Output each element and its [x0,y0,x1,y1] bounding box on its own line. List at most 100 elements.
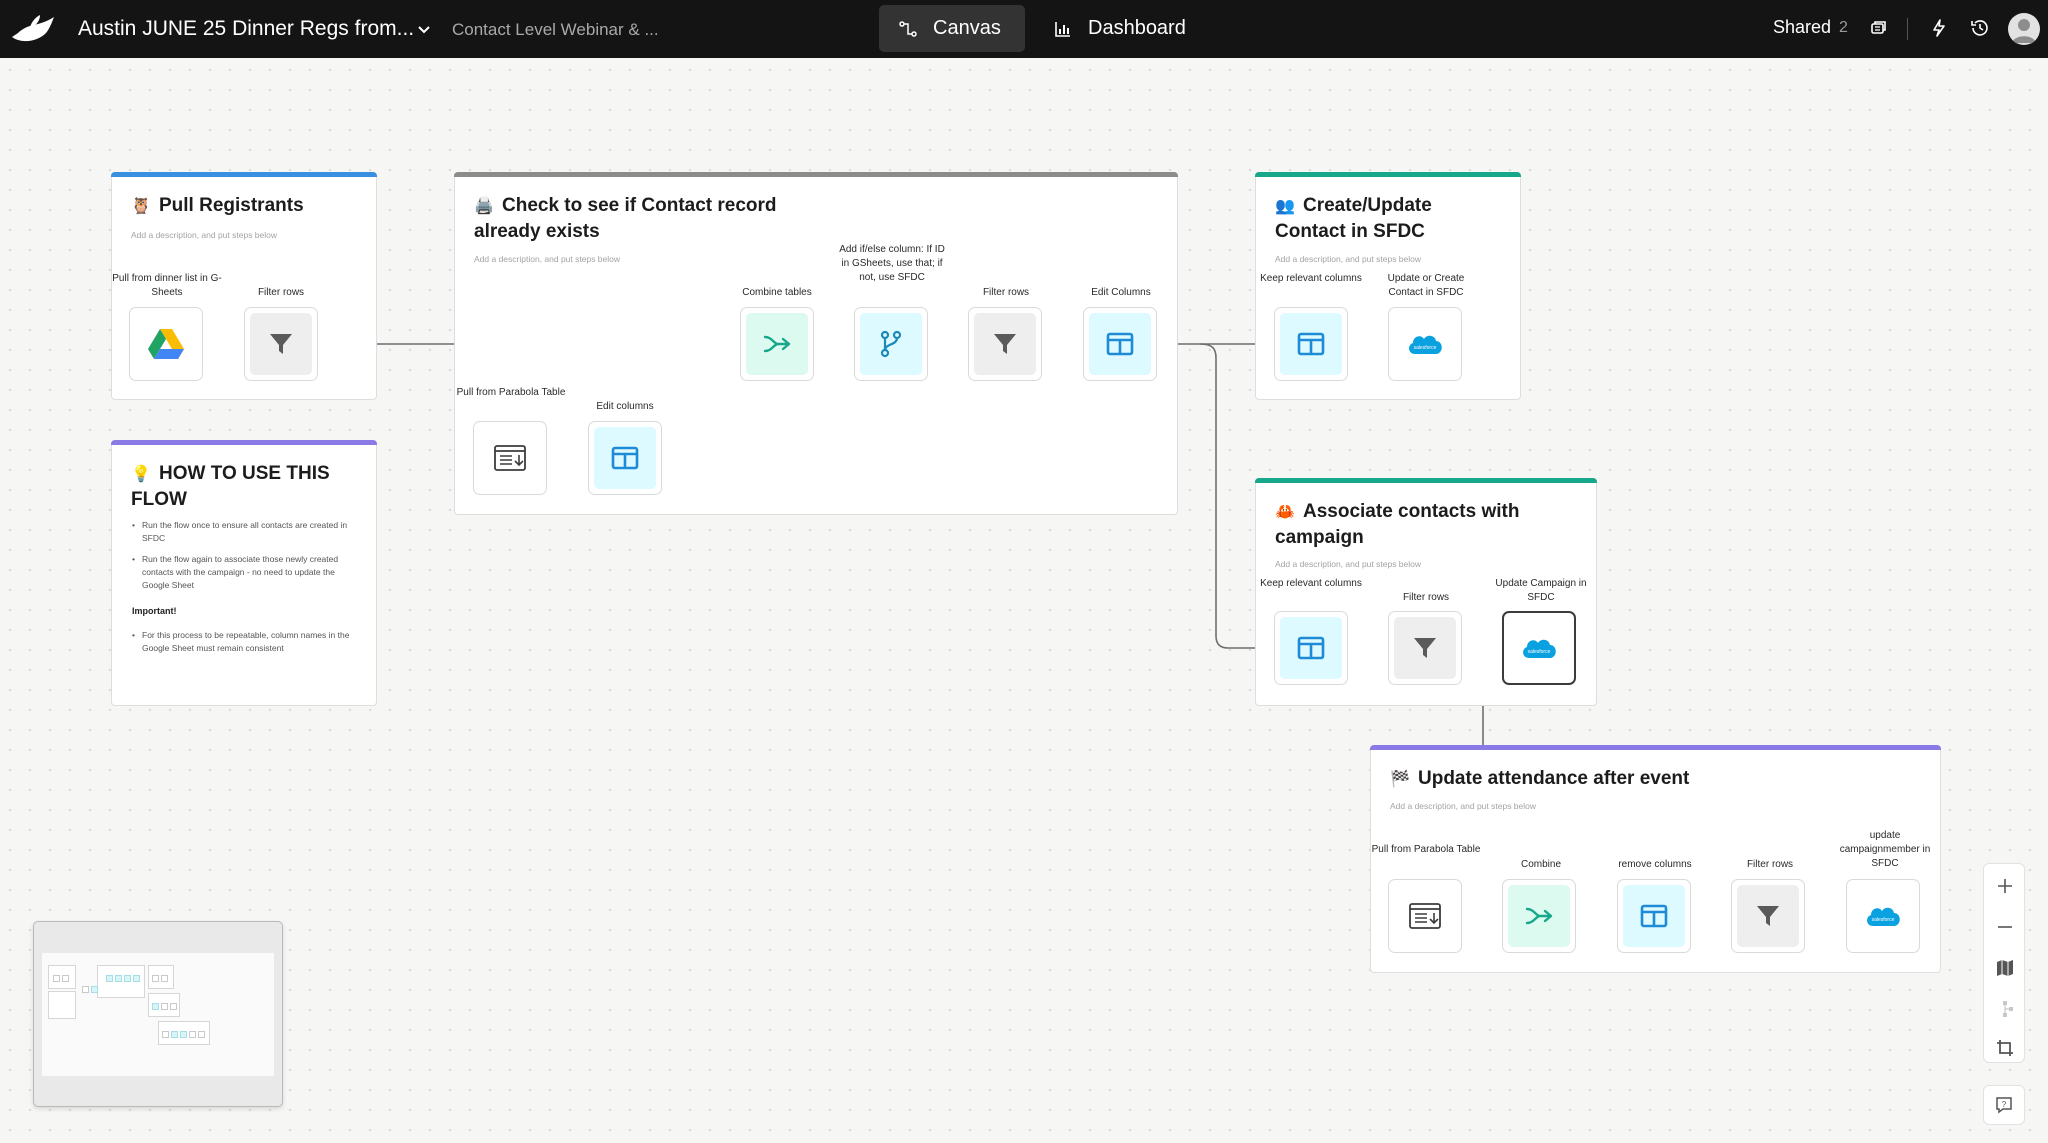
group-title[interactable]: 👥 Create/Update Contact in SFDC [1275,193,1495,244]
step-label: Pull from Parabola Table [456,387,566,398]
step-node-keep-columns[interactable] [1274,307,1348,381]
group-title-text: Associate contacts with campaign [1275,501,1520,548]
step-node-salesforce-selected[interactable]: salesforce [1502,611,1576,685]
step-label: Update or Create Contact in SFDC [1387,273,1465,298]
step-node-if-else[interactable] [854,307,928,381]
user-avatar[interactable] [2008,13,2040,45]
checkered-flag-icon: 🏁 [1390,771,1410,788]
step-node-edit-columns[interactable] [1083,307,1157,381]
step-node-combine[interactable] [1502,879,1576,953]
step-node-remove-columns[interactable] [1617,879,1691,953]
group-title-text: Create/Update Contact in SFDC [1275,195,1432,242]
group-title[interactable]: 🏁 Update attendance after event [1390,766,1890,792]
lightning-icon[interactable] [1928,17,1950,39]
filter-icon [994,334,1016,354]
zoom-out-button[interactable] [1993,915,2017,939]
step-node-salesforce[interactable]: salesforce [1388,307,1462,381]
group-color-bar [454,172,1178,177]
auto-layout-button[interactable] [1993,997,2017,1021]
step-node-keep-columns[interactable] [1274,611,1348,685]
group-description[interactable]: Add a description, and put steps below [1390,801,1536,811]
group-color-bar [1255,172,1521,177]
combine-icon [1525,907,1553,925]
minus-icon [1998,926,2012,928]
svg-text:salesforce: salesforce [1414,345,1437,351]
step-node-filter-rows[interactable] [244,307,318,381]
step-label: Add if/else column: If ID in GSheets, us… [839,244,945,283]
salesforce-icon: salesforce [1409,335,1442,354]
group-title[interactable]: 🦀 Associate contacts with campaign [1275,499,1575,550]
step-node-edit-columns[interactable] [588,421,662,495]
columns-icon [1640,904,1668,928]
fit-view-button[interactable] [1993,1036,2017,1060]
minimap-node [152,1003,159,1010]
step-node-combine-tables[interactable] [740,307,814,381]
minimap-toggle-button[interactable] [1993,956,2017,980]
important-list: For this process to be repeatable, colum… [132,629,354,663]
howto-bullet: Run the flow again to associate those ne… [132,553,354,592]
step-label: Pull from Parabola Table [1371,844,1481,855]
step-node-filter-rows[interactable] [968,307,1042,381]
filter-icon [270,334,292,354]
minimap-node [170,1003,177,1010]
howto-list: Run the flow once to ensure all contacts… [132,519,354,600]
tab-canvas-label: Canvas [933,17,1001,39]
chevron-down-icon[interactable] [416,21,432,37]
step-label: Filter rows [1402,592,1450,603]
table-icon [494,445,526,471]
group-description[interactable]: Add a description, and put steps below [1275,254,1421,264]
minimap-node [152,975,159,982]
tab-dashboard[interactable]: Dashboard [1040,5,1210,52]
flow-title[interactable]: Austin JUNE 25 Dinner Regs from... [78,17,414,41]
tab-canvas[interactable]: Canvas [879,5,1025,52]
step-node-filter-rows[interactable] [1731,879,1805,953]
filter-icon [1414,638,1436,658]
step-label: update campaignmember in SFDC [1839,830,1931,869]
owl-icon: 🦉 [131,198,151,215]
google-drive-icon [148,329,184,359]
group-description[interactable]: Add a description, and put steps below [131,230,277,240]
help-button[interactable]: ? [1983,1085,2025,1125]
group-description[interactable]: Add a description, and put steps below [474,254,620,264]
parabola-logo[interactable] [10,13,56,45]
lightbulb-icon: 💡 [131,466,151,483]
minimap-node [189,1031,196,1038]
group-title[interactable]: 🦉 Pull Registrants [131,193,304,219]
toolbar-divider [1907,18,1908,40]
step-label: Update Campaign in SFDC [1495,578,1587,603]
step-node-salesforce[interactable]: salesforce [1846,879,1920,953]
minimap-node [115,975,122,982]
layers-icon[interactable] [1867,17,1889,39]
group-title[interactable]: 💡 HOW TO USE THIS FLOW [131,461,361,512]
help-chat-icon: ? [1996,1097,2012,1114]
group-title[interactable]: 🖨️ Check to see if Contact record already… [474,193,794,244]
group-check-contact[interactable]: 🖨️ Check to see if Contact record already… [454,172,1178,515]
step-node-filter-rows[interactable] [1388,611,1462,685]
minimap-node [180,1031,187,1038]
minimap-node [91,986,98,993]
minimap-viewport[interactable] [42,953,274,1076]
group-how-to-use[interactable]: 💡HOW TO USE THIS FLOW Run the flow once … [111,440,377,706]
minimap-node [82,986,89,993]
salesforce-icon: salesforce [1867,907,1900,926]
group-title-text: Pull Registrants [159,195,304,216]
minimap-node [198,1031,205,1038]
step-node-gsheets[interactable] [129,307,203,381]
flow-subtitle[interactable]: Contact Level Webinar & ... [452,20,659,40]
howto-bullet: Run the flow once to ensure all contacts… [132,519,354,545]
important-label: Important! [132,606,177,616]
minimap[interactable] [33,921,283,1107]
group-description[interactable]: Add a description, and put steps below [1275,559,1421,569]
group-color-bar [111,172,377,177]
filter-icon [1757,906,1779,926]
shared-label[interactable]: Shared [1773,17,1831,38]
history-icon[interactable] [1969,17,1991,39]
step-node-parabola-table[interactable] [473,421,547,495]
step-label: Edit Columns [1091,287,1151,298]
step-node-parabola-table[interactable] [1388,879,1462,953]
minimap-node [133,975,140,982]
step-label: Combine tables [742,287,812,298]
step-label: Combine [1520,859,1562,870]
minimap-node [161,1003,168,1010]
zoom-in-button[interactable] [1993,874,2017,898]
